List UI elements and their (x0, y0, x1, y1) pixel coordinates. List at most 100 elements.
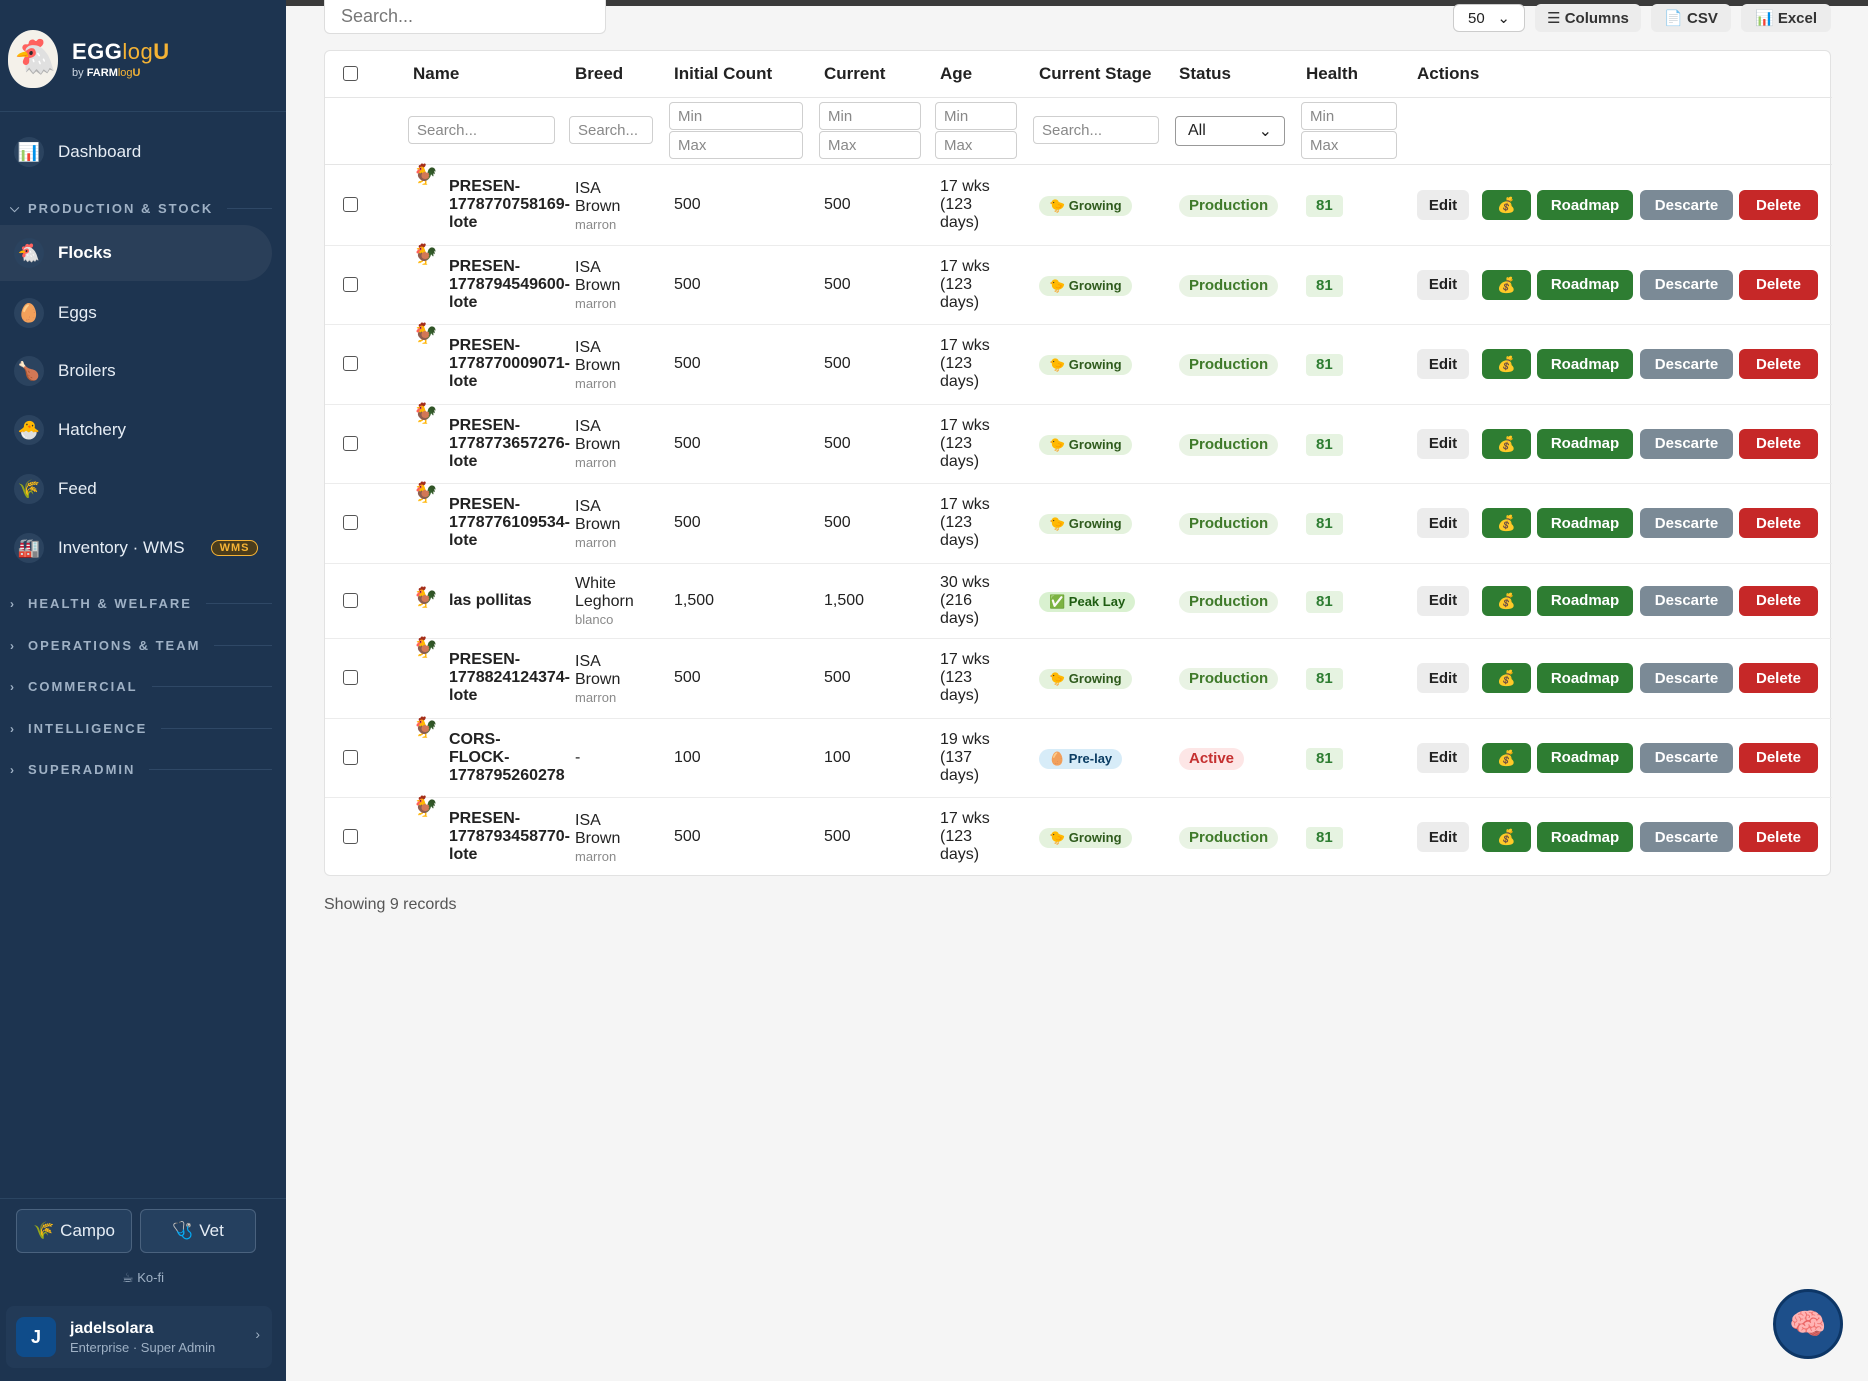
flock-name[interactable]: 🐓 PRESEN- 1778824124374- lote (413, 638, 570, 705)
sidebar-item-hatchery[interactable]: 🐣 Hatchery (0, 402, 272, 458)
sidebar-item-eggs[interactable]: 🥚 Eggs (0, 285, 272, 341)
sidebar-item-feed[interactable]: 🌾 Feed (0, 461, 272, 517)
delete-button[interactable]: Delete (1739, 190, 1818, 220)
roadmap-button[interactable]: Roadmap (1537, 585, 1633, 616)
descarte-button[interactable]: Descarte (1640, 428, 1733, 459)
vet-button[interactable]: 🩺 Vet (140, 1209, 256, 1253)
row-checkbox[interactable] (343, 197, 358, 212)
delete-button[interactable]: Delete (1739, 508, 1818, 538)
edit-button[interactable]: Edit (1417, 428, 1469, 459)
financials-button[interactable]: 💰 (1482, 508, 1531, 538)
edit-button[interactable]: Edit (1417, 269, 1469, 300)
per-page-select[interactable]: 50 ⌄ (1453, 4, 1525, 32)
select-all-checkbox[interactable] (343, 66, 358, 81)
descarte-button[interactable]: Descarte (1640, 663, 1733, 693)
breed-filter-input[interactable]: Search... (569, 116, 653, 144)
age-max-input[interactable]: Max (935, 131, 1017, 159)
sidebar-item-broilers[interactable]: 🍗 Broilers (0, 343, 272, 399)
section-operations[interactable]: › OPERATIONS & TEAM (10, 638, 272, 653)
row-checkbox[interactable] (343, 435, 358, 451)
row-checkbox[interactable] (343, 749, 358, 765)
roadmap-button[interactable]: Roadmap (1537, 822, 1633, 852)
header-current-stage[interactable]: Current Stage (1039, 51, 1151, 97)
stage-filter-input[interactable]: Search... (1033, 116, 1159, 144)
section-intelligence[interactable]: › INTELLIGENCE (10, 721, 272, 736)
flock-name[interactable]: 🐓 PRESEN- 1778793458770- lote (413, 797, 570, 864)
flock-name[interactable]: 🐓 PRESEN- 1778776109534- lote (413, 483, 570, 550)
section-health[interactable]: › HEALTH & WELFARE (10, 596, 272, 611)
flock-name[interactable]: 🐓 PRESEN- 1778770758169- lote (413, 165, 570, 232)
header-current[interactable]: Current (824, 51, 885, 97)
csv-button[interactable]: 📄 CSV (1651, 4, 1731, 32)
flock-name[interactable]: 🐓 PRESEN- 1778773657276- lote (413, 404, 570, 471)
header-initial-count[interactable]: Initial Count (674, 51, 772, 97)
row-checkbox[interactable] (343, 592, 358, 608)
row-checkbox[interactable] (343, 515, 358, 530)
columns-button[interactable]: ☰ Columns (1535, 4, 1641, 32)
delete-button[interactable]: Delete (1739, 742, 1818, 773)
name-filter-input[interactable]: Search... (408, 116, 555, 144)
delete-button[interactable]: Delete (1739, 428, 1818, 459)
financials-button[interactable]: 💰 (1482, 742, 1531, 773)
header-health[interactable]: Health (1306, 51, 1358, 97)
financials-button[interactable]: 💰 (1482, 269, 1531, 300)
status-filter-select[interactable]: All ⌄ (1175, 116, 1285, 146)
kofi-link[interactable]: ☕ Ko-fi (0, 1270, 286, 1286)
health-max-input[interactable]: Max (1301, 131, 1397, 159)
sidebar-item-inventory[interactable]: 🏭 Inventory · WMS WMS (0, 520, 272, 576)
financials-button[interactable]: 💰 (1482, 349, 1531, 379)
descarte-button[interactable]: Descarte (1640, 269, 1733, 300)
roadmap-button[interactable]: Roadmap (1537, 663, 1633, 693)
descarte-button[interactable]: Descarte (1640, 742, 1733, 773)
flock-name[interactable]: 🐓 CORS- FLOCK- 1778795260278 (413, 718, 565, 785)
edit-button[interactable]: Edit (1417, 585, 1469, 616)
edit-button[interactable]: Edit (1417, 349, 1469, 379)
roadmap-button[interactable]: Roadmap (1537, 269, 1633, 300)
flock-name[interactable]: 🐓 PRESEN- 1778770009071- lote (413, 324, 570, 391)
flock-name[interactable]: 🐓 las pollitas (413, 588, 563, 610)
financials-button[interactable]: 💰 (1482, 663, 1531, 693)
delete-button[interactable]: Delete (1739, 585, 1818, 616)
sidebar-item-flocks[interactable]: 🐔 Flocks (0, 225, 272, 281)
health-min-input[interactable]: Min (1301, 102, 1397, 130)
edit-button[interactable]: Edit (1417, 663, 1469, 693)
header-name[interactable]: Name (413, 51, 459, 97)
edit-button[interactable]: Edit (1417, 742, 1469, 773)
user-profile[interactable]: J jadelsolara Enterprise · Super Admin › (6, 1306, 272, 1368)
financials-button[interactable]: 💰 (1482, 822, 1531, 852)
descarte-button[interactable]: Descarte (1640, 585, 1733, 616)
brand-logo[interactable]: 🐔 EGGlogU by FARMlogU (8, 30, 170, 88)
financials-button[interactable]: 💰 (1482, 428, 1531, 459)
excel-button[interactable]: 📊 Excel (1741, 4, 1831, 32)
descarte-button[interactable]: Descarte (1640, 349, 1733, 379)
section-production[interactable]: ⌵ PRODUCTION & STOCK (10, 201, 272, 216)
flock-name[interactable]: 🐓 PRESEN- 1778794549600- lote (413, 245, 570, 312)
row-checkbox[interactable] (343, 276, 358, 292)
row-checkbox[interactable] (343, 670, 358, 685)
table-search-input[interactable]: Search... (324, 0, 606, 34)
roadmap-button[interactable]: Roadmap (1537, 742, 1633, 773)
header-breed[interactable]: Breed (575, 51, 623, 97)
descarte-button[interactable]: Descarte (1640, 508, 1733, 538)
current-max-input[interactable]: Max (819, 131, 921, 159)
descarte-button[interactable]: Descarte (1640, 822, 1733, 852)
roadmap-button[interactable]: Roadmap (1537, 508, 1633, 538)
age-min-input[interactable]: Min (935, 102, 1017, 130)
financials-button[interactable]: 💰 (1482, 190, 1531, 220)
sidebar-item-dashboard[interactable]: 📊 Dashboard (0, 124, 272, 180)
roadmap-button[interactable]: Roadmap (1537, 190, 1633, 220)
delete-button[interactable]: Delete (1739, 349, 1818, 379)
section-superadmin[interactable]: › SUPERADMIN (10, 762, 272, 777)
row-checkbox[interactable] (343, 829, 358, 844)
roadmap-button[interactable]: Roadmap (1537, 428, 1633, 459)
roadmap-button[interactable]: Roadmap (1537, 349, 1633, 379)
descarte-button[interactable]: Descarte (1640, 190, 1733, 220)
row-checkbox[interactable] (343, 356, 358, 371)
initial-max-input[interactable]: Max (669, 131, 803, 159)
header-status[interactable]: Status (1179, 51, 1231, 97)
edit-button[interactable]: Edit (1417, 822, 1469, 852)
delete-button[interactable]: Delete (1739, 663, 1818, 693)
financials-button[interactable]: 💰 (1482, 585, 1531, 616)
campo-button[interactable]: 🌾 Campo (16, 1209, 132, 1253)
ai-assistant-button[interactable]: 🧠 (1773, 1289, 1843, 1359)
